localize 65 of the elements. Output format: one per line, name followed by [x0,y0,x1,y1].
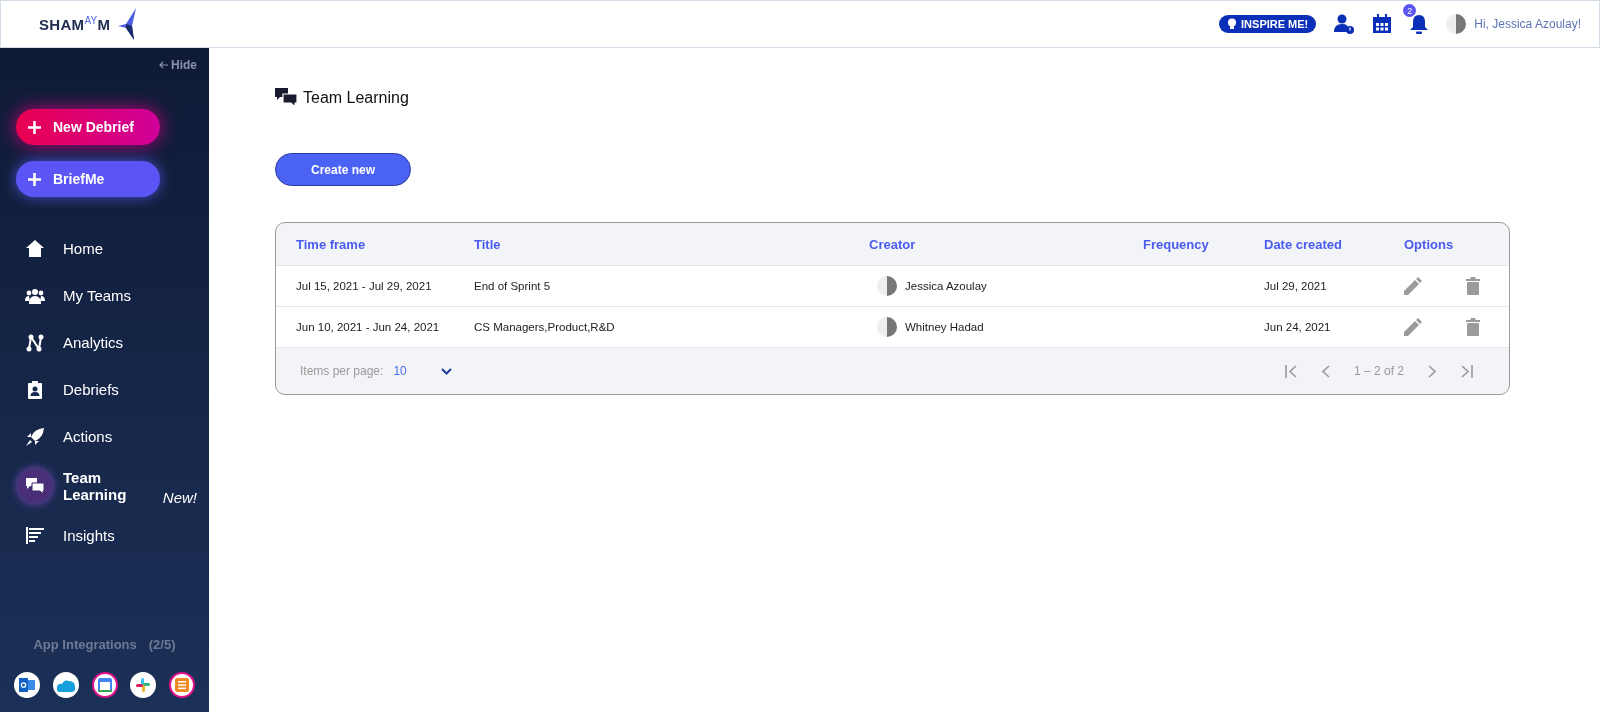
bell-icon[interactable] [1410,13,1429,35]
people-icon [25,287,45,304]
chevron-down-icon[interactable] [440,367,452,375]
chevron-left-icon[interactable] [1321,364,1330,378]
column-header[interactable]: Frequency [1143,236,1264,252]
creator-name: Whitney Hadad [905,321,984,333]
bars-icon [26,527,44,544]
column-header[interactable]: Time frame [296,236,474,252]
avatar [877,276,897,296]
house-icon [26,240,44,257]
page-title: Team Learning [303,88,409,107]
avatar [877,317,897,337]
table-cell-text: Jun 24, 2021 [1264,321,1332,333]
nav-item[interactable]: Debriefs [0,368,209,411]
nav-item[interactable]: Actions [0,415,209,458]
column-header[interactable]: Creator [869,236,1143,252]
chat-bubbles-icon [275,88,297,107]
trash-icon[interactable] [1466,318,1480,336]
column-header[interactable]: Options [1404,236,1509,252]
page-size-select[interactable]: 10 [393,364,407,378]
first-page-icon[interactable] [1284,364,1298,378]
greeting-text[interactable]: Hi, Jessica Azoulay! [1474,17,1581,31]
arrow-left-icon [159,61,168,69]
badge-icon [28,380,42,399]
integrations-count: (2/5) [148,637,176,652]
table-cell-text: Jul 29, 2021 [1264,280,1328,292]
nodes-icon [26,333,44,352]
hide-link[interactable]: Hide [159,58,197,72]
last-page-icon[interactable] [1460,364,1473,378]
notification-badge: 2 [1403,4,1417,17]
chat-bubbles-icon [26,477,44,495]
new-label: New! [162,489,197,506]
nav-item[interactable]: Home [0,227,209,270]
table-cell-text: Jul 15, 2021 - Jul 29, 2021 [296,280,433,292]
inspire-button[interactable]: INSPIRE ME! [1219,15,1317,33]
column-header[interactable]: Title [474,236,869,252]
trash-icon[interactable] [1466,277,1480,295]
avatar[interactable] [1446,14,1467,34]
pencil-icon[interactable] [1404,318,1422,336]
app-integration-icon[interactable] [169,672,195,698]
logo-text: SHAM$^{AY}$M [39,15,111,33]
nav-item[interactable]: Analytics [0,321,209,364]
lightbulb-icon [1227,18,1238,30]
table-cell-text: Jun 10, 2021 - Jun 24, 2021 [296,321,441,333]
new-item-button[interactable]: New Debrief [16,109,160,145]
nav-item[interactable]: Insights [0,514,209,557]
pencil-icon[interactable] [1404,277,1422,295]
calendar-icon[interactable] [1372,14,1393,34]
integrations-label: App Integrations [33,637,137,652]
nav-item[interactable]: Team Learning New! [0,462,209,510]
plus-icon [28,120,41,134]
chevron-right-icon[interactable] [1428,364,1436,378]
create-new-button[interactable]: Create new [275,153,411,186]
rocket-icon [26,427,44,446]
nav-item[interactable]: My Teams [0,274,209,317]
column-header[interactable]: Date created [1264,236,1404,252]
plus-icon [28,172,41,186]
items-per-page-label: Items per page: [300,364,384,378]
new-item-button[interactable]: BriefMe [16,161,160,197]
user-alert-icon[interactable] [1334,14,1355,34]
table-cell-text: CS Managers,Product,R&D [474,321,616,333]
page-range-text: 1 – 2 of 2 [1353,364,1404,378]
table-cell-text: End of Sprint 5 [474,280,552,292]
app-integration-icon[interactable] [91,672,118,698]
creator-name: Jessica Azoulay [905,280,987,292]
